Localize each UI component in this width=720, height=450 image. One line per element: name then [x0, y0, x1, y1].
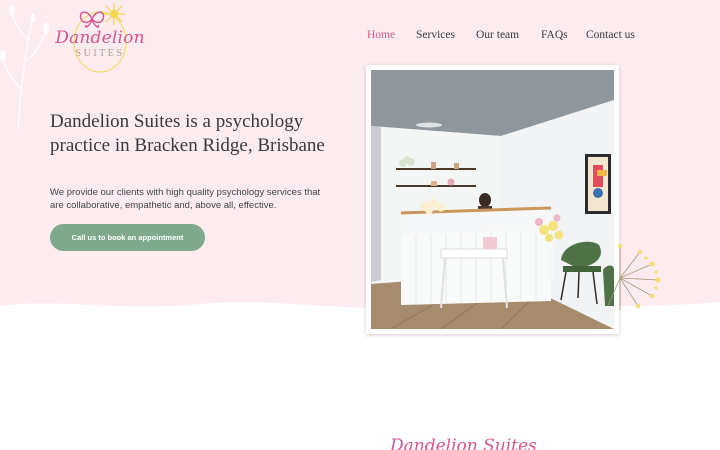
- nav-our-team[interactable]: Our team: [476, 29, 519, 41]
- nav-faqs[interactable]: FAQs: [541, 29, 568, 41]
- nav-contact-us[interactable]: Contact us: [586, 29, 635, 41]
- nav-home[interactable]: Home: [367, 29, 395, 41]
- reception-photo-frame: [366, 65, 619, 334]
- reception-photo: [371, 70, 614, 329]
- hero-intro: We provide our clients with high quality…: [50, 187, 321, 211]
- section-script-title: Dandelion Suites: [390, 436, 537, 450]
- floral-decoration: [0, 4, 49, 130]
- brand-logo[interactable]: Dandelion SUITES: [52, 2, 145, 74]
- nav-services[interactable]: Services: [416, 29, 455, 41]
- logo-subtitle: SUITES: [75, 48, 125, 59]
- dandelion-decoration: [607, 244, 661, 310]
- hero-headline: Dandelion Suites is a psychology practic…: [50, 111, 325, 156]
- book-appointment-button[interactable]: Call us to book an appointment: [50, 224, 205, 251]
- logo-wordmark: Dandelion: [55, 28, 145, 48]
